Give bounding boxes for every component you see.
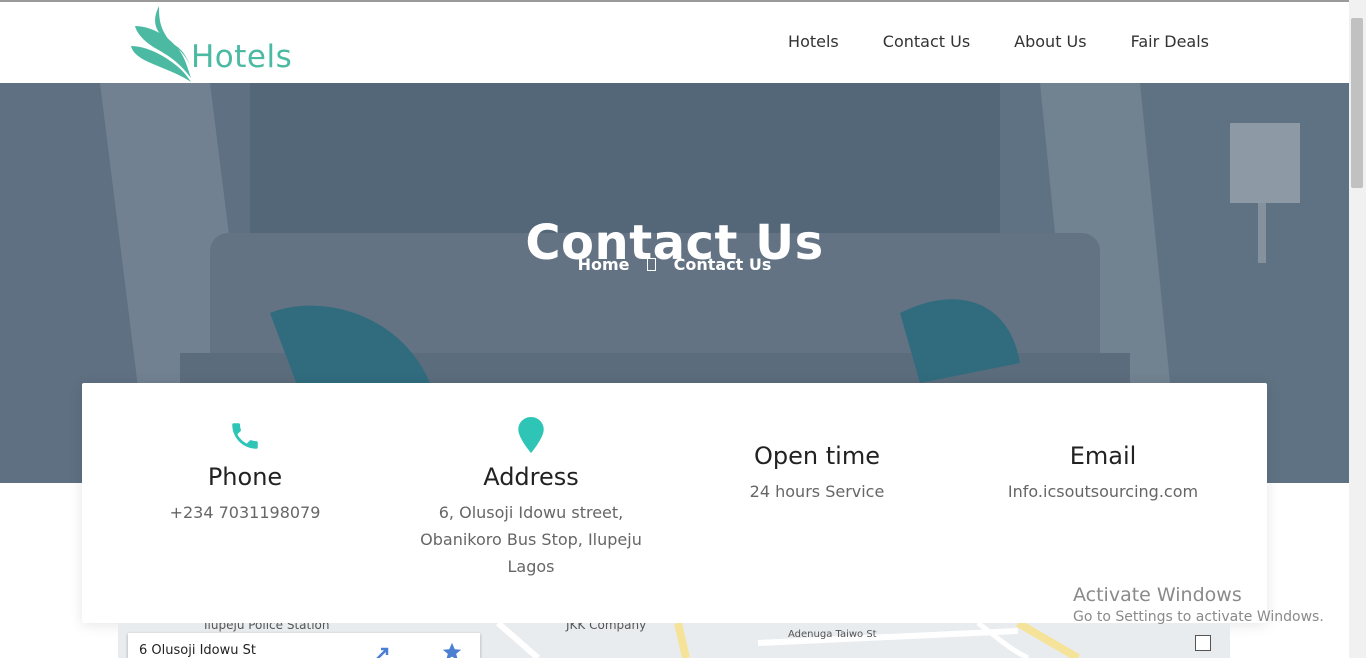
navbar: Hotels Hotels Contact Us About Us Fair D…	[0, 2, 1349, 85]
map-place-title: 6 Olusoji Idowu St	[139, 643, 256, 658]
watermark-title: Activate Windows	[1073, 584, 1242, 606]
map-label-street: Adenuga Taiwo St	[788, 629, 877, 640]
address-line-2: Obanikoro Bus Stop, Ilupeju	[420, 530, 642, 549]
map-pin-icon	[518, 417, 544, 453]
breadcrumb-current: Contact Us	[673, 255, 772, 274]
watermark-subtitle: Go to Settings to activate Windows.	[1073, 609, 1324, 625]
open-time-block: Open time 24 hours Service	[672, 442, 962, 505]
email-value[interactable]: Info.icsoutsourcing.com	[958, 478, 1248, 505]
map-place-card[interactable]: 6 Olusoji Idowu St	[128, 633, 480, 658]
email-title: Email	[1069, 442, 1137, 470]
address-block: Address 6, Olusoji Idowu street, Obaniko…	[386, 413, 676, 580]
address-title: Address	[483, 463, 579, 491]
open-time-title: Open time	[754, 442, 880, 470]
leaf-logo-icon	[131, 6, 191, 82]
breadcrumb: Home Contact Us	[0, 255, 1349, 274]
nav-hotels[interactable]: Hotels	[788, 32, 839, 51]
phone-number[interactable]: +234 7031198079	[100, 499, 390, 526]
page-scrollbar[interactable]	[1349, 0, 1366, 658]
phone-icon	[232, 423, 258, 449]
address-text: 6, Olusoji Idowu street, Obanikoro Bus S…	[386, 499, 676, 580]
open-time-value: 24 hours Service	[749, 482, 885, 501]
scrollbar-thumb[interactable]	[1351, 18, 1363, 188]
nav-about-us[interactable]: About Us	[1014, 32, 1086, 51]
address-line-3: Lagos	[507, 557, 555, 576]
email-block: Email Info.icsoutsourcing.com	[958, 442, 1248, 505]
phone-title: Phone	[207, 463, 283, 491]
nav-fair-deals[interactable]: Fair Deals	[1131, 32, 1209, 51]
phone-block: Phone +234 7031198079	[100, 413, 390, 526]
map-label-company: JKK Company	[566, 623, 647, 632]
location-map[interactable]: Ilupeju Police Station JKK Company Adenu…	[118, 623, 1230, 658]
directions-icon[interactable]	[373, 643, 393, 658]
main-nav: Hotels Contact Us About Us Fair Deals	[788, 32, 1209, 51]
map-label-police: Ilupeju Police Station	[204, 623, 330, 632]
chevron-right-icon	[647, 258, 657, 271]
map-fullscreen-checkbox[interactable]	[1195, 635, 1211, 651]
star-icon[interactable]	[441, 641, 463, 658]
address-line-1: 6, Olusoji Idowu street,	[438, 503, 624, 522]
brand-logo[interactable]: Hotels	[121, 2, 296, 85]
nav-contact-us[interactable]: Contact Us	[883, 32, 970, 51]
brand-name: Hotels	[191, 39, 293, 75]
breadcrumb-home[interactable]: Home	[578, 255, 630, 274]
activate-windows-watermark: Activate Windows Go to Settings to activ…	[1073, 584, 1324, 625]
